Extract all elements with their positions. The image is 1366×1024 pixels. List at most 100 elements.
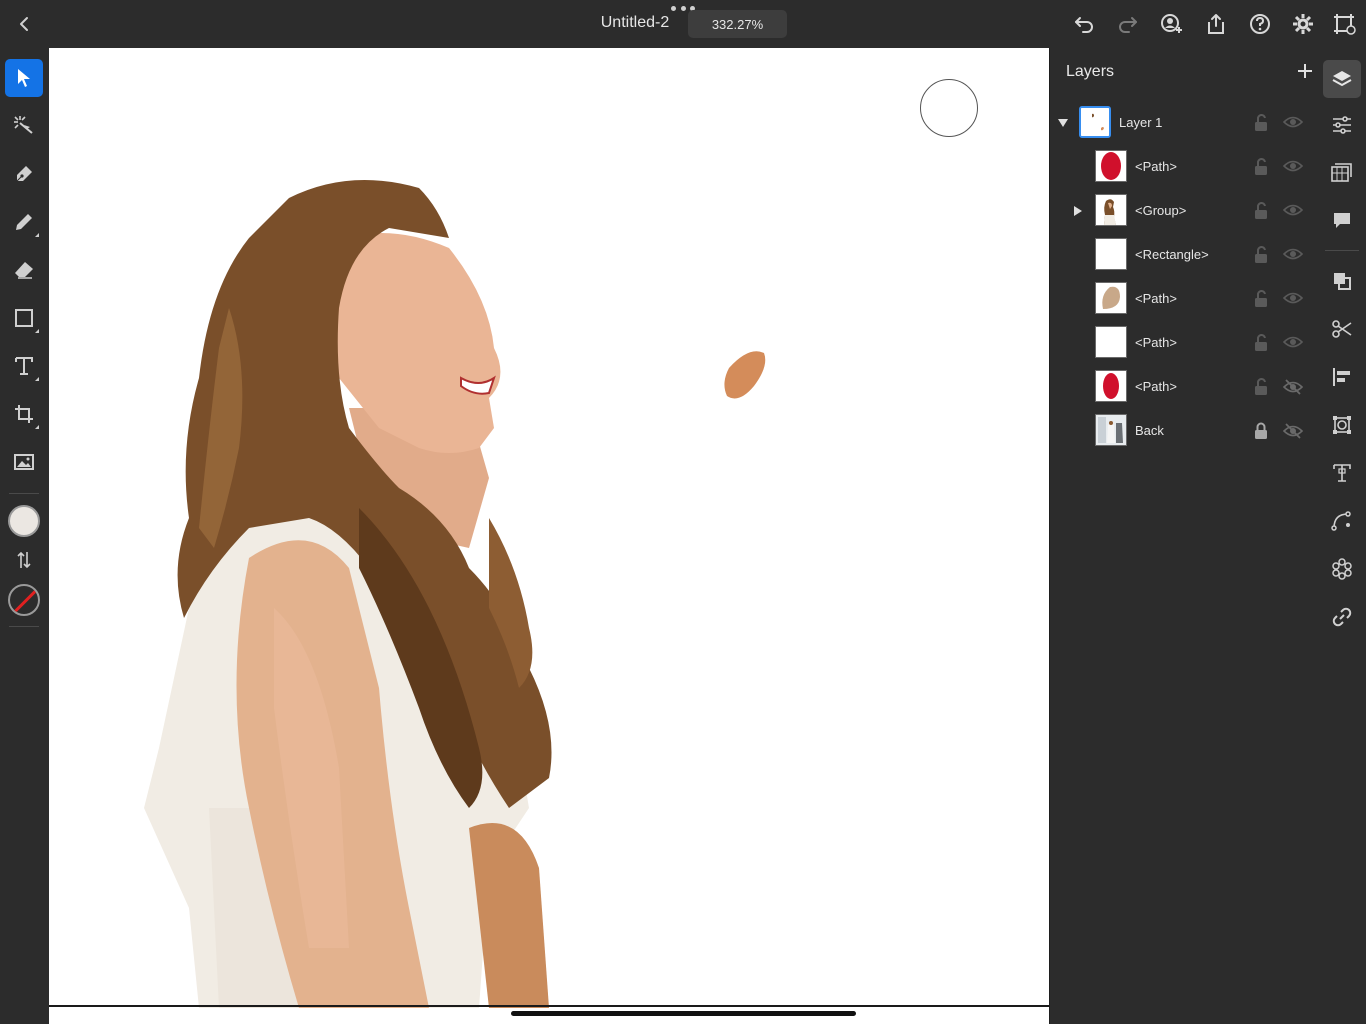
shape-tool[interactable] (5, 299, 43, 337)
eye-icon (1282, 292, 1304, 304)
pencil-tool[interactable] (5, 203, 43, 241)
crop-icon (15, 405, 33, 423)
brush-cursor (920, 79, 978, 137)
properties-button[interactable] (1323, 106, 1361, 144)
align-button[interactable] (1323, 358, 1361, 396)
text-panel-button[interactable] (1323, 454, 1361, 492)
fill-color-swatch[interactable] (8, 505, 40, 537)
visibility-toggle[interactable] (1282, 247, 1304, 263)
undo-button[interactable] (1070, 10, 1098, 38)
home-indicator (511, 1011, 856, 1016)
lock-toggle[interactable] (1253, 113, 1269, 133)
help-button[interactable] (1246, 10, 1274, 38)
layer-name: <Path> (1135, 379, 1177, 394)
type-tool[interactable] (5, 347, 43, 385)
lock-toggle[interactable] (1253, 333, 1269, 353)
layer-row[interactable]: <Path> (1050, 321, 1318, 365)
layer-name: <Rectangle> (1135, 247, 1209, 262)
link-icon (1332, 607, 1352, 627)
layer-thumbnail (1095, 194, 1127, 226)
artboards-button[interactable] (1331, 10, 1359, 38)
transform-tool[interactable] (5, 395, 43, 433)
selection-tool[interactable] (5, 59, 43, 97)
visibility-toggle[interactable] (1282, 335, 1304, 351)
pencil-icon (16, 214, 32, 230)
stroke-color-swatch[interactable] (8, 584, 40, 616)
lock-toggle[interactable] (1253, 421, 1269, 441)
back-icon (20, 17, 28, 31)
redo-button[interactable] (1114, 10, 1142, 38)
layers-panel-button[interactable] (1323, 60, 1361, 98)
comments-button[interactable] (1323, 202, 1361, 240)
layers-icon (1332, 71, 1352, 87)
swap-fill-stroke-button[interactable] (14, 548, 34, 572)
swap-arrows-icon (17, 551, 31, 569)
arrange-button[interactable] (1323, 262, 1361, 300)
lock-toggle[interactable] (1253, 289, 1269, 309)
unlocked-icon (1255, 334, 1267, 351)
unlocked-icon (1255, 378, 1267, 395)
layer-row[interactable]: <Group> (1050, 189, 1318, 233)
layer-row[interactable]: <Path> (1050, 365, 1318, 409)
pen-tool[interactable] (5, 155, 43, 193)
align-icon (1333, 368, 1350, 386)
canvas[interactable] (49, 48, 1049, 1024)
back-button[interactable] (12, 12, 36, 36)
add-layer-button[interactable] (1294, 60, 1316, 82)
layer-thumbnail (1095, 326, 1127, 358)
toolbar-divider (9, 626, 39, 627)
settings-button[interactable] (1289, 10, 1317, 38)
right-rail (1317, 48, 1366, 1024)
zoom-level[interactable]: 332.27% (688, 10, 787, 38)
transform-panel-button[interactable] (1323, 406, 1361, 444)
artwork-portrait (144, 180, 766, 1008)
left-toolbar (0, 48, 49, 1024)
share-button[interactable] (1202, 10, 1230, 38)
visibility-toggle[interactable] (1282, 159, 1304, 175)
eraser-icon (15, 262, 33, 279)
share-icon (1208, 14, 1224, 34)
lock-toggle[interactable] (1253, 245, 1269, 265)
eye-hidden-icon (1282, 423, 1304, 439)
direct-selection-tool[interactable] (5, 107, 43, 145)
lock-toggle[interactable] (1253, 157, 1269, 177)
visibility-toggle[interactable] (1282, 379, 1304, 395)
visibility-toggle[interactable] (1282, 203, 1304, 219)
image-tool[interactable] (5, 443, 43, 481)
eraser-tool[interactable] (5, 251, 43, 289)
layer-row[interactable]: <Rectangle> (1050, 233, 1318, 277)
libraries-button[interactable] (1323, 154, 1361, 192)
app-window: Untitled-2 332.27% Layers Layer 1 <Path>… (0, 0, 1366, 1024)
magic-select-icon (14, 116, 33, 134)
artboards-icon (1334, 14, 1356, 35)
layer-row[interactable]: <Path> (1050, 277, 1318, 321)
unlocked-icon (1255, 246, 1267, 263)
layer-thumbnail (1095, 150, 1127, 182)
settings-icon (1293, 14, 1313, 34)
links-button[interactable] (1323, 598, 1361, 636)
document-title[interactable]: Untitled-2 (590, 14, 680, 32)
layer-thumbnail (1095, 414, 1127, 446)
rectangle-icon (15, 309, 33, 327)
expand-button[interactable] (1072, 205, 1084, 217)
repeat-button[interactable] (1323, 550, 1361, 588)
cut-button[interactable] (1323, 310, 1361, 348)
lock-toggle[interactable] (1253, 201, 1269, 221)
collapse-button[interactable] (1057, 117, 1069, 129)
invite-button[interactable] (1158, 10, 1186, 38)
layer-name: Layer 1 (1119, 115, 1163, 130)
lock-toggle[interactable] (1253, 377, 1269, 397)
visibility-toggle[interactable] (1282, 115, 1304, 131)
layer-name: Back (1135, 423, 1164, 438)
visibility-toggle[interactable] (1282, 291, 1304, 307)
path-panel-button[interactable] (1323, 502, 1361, 540)
pen-icon (15, 166, 32, 183)
layer-name: <Path> (1135, 335, 1177, 350)
eye-icon (1282, 116, 1304, 128)
layer-row[interactable]: <Path> (1050, 145, 1318, 189)
layer-row[interactable]: Back (1050, 409, 1318, 453)
layer-row[interactable]: Layer 1 (1050, 101, 1318, 145)
visibility-toggle[interactable] (1282, 423, 1304, 439)
eye-icon (1282, 248, 1304, 260)
unlocked-icon (1255, 158, 1267, 175)
